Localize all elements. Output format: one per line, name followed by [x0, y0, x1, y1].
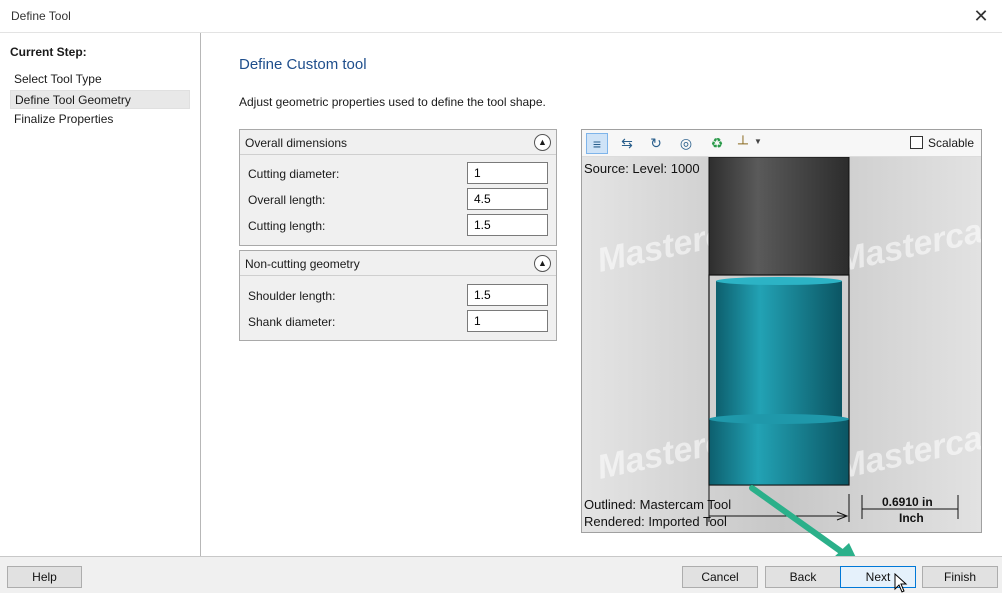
back-button[interactable]: Back	[765, 566, 841, 588]
overall-length-input[interactable]	[467, 188, 548, 210]
button-bar: Help Cancel Back Next Finish	[0, 556, 1002, 593]
tool-holder-shape	[708, 157, 850, 276]
tool-shank-shape	[716, 281, 842, 419]
tool-render: Mastercam Mastercam Mastercam Mastercam	[582, 157, 981, 532]
rendered-legend: Rendered: Imported Tool	[584, 514, 727, 529]
preview-toolbar: ≡ ⇆ ↻ ◎ ♻ ┴ ▼ Scalable	[582, 130, 981, 157]
tool-cutter-shape	[708, 418, 850, 486]
rotate-view-icon[interactable]: ⇆	[616, 133, 638, 154]
tool-holder-icon[interactable]: ┴	[732, 133, 754, 154]
dimension-unit: Inch	[899, 511, 924, 525]
help-button[interactable]: Help	[7, 566, 82, 588]
collapse-up-icon[interactable]: ▲	[534, 255, 551, 272]
finish-button[interactable]: Finish	[922, 566, 998, 588]
dropdown-arrow-icon[interactable]: ▼	[754, 137, 762, 146]
overall-length-label: Overall length:	[248, 193, 326, 207]
scalable-label: Scalable	[927, 136, 974, 150]
current-step-heading: Current Step:	[10, 45, 87, 59]
cutting-diameter-label: Cutting diameter:	[248, 167, 340, 181]
tool-render-canvas: Mastercam Mastercam Mastercam Mastercam	[582, 157, 981, 532]
main-pane: Define Custom tool Adjust geometric prop…	[202, 33, 1002, 556]
collapse-up-icon[interactable]: ▲	[534, 134, 551, 151]
shank-diameter-label: Shank diameter:	[248, 315, 336, 329]
checkbox-icon[interactable]	[909, 136, 923, 149]
tool-preview-panel: ≡ ⇆ ↻ ◎ ♻ ┴ ▼ Scalable Mastercam Masterc…	[581, 129, 982, 533]
shoulder-length-label: Shoulder length:	[248, 289, 336, 303]
close-icon[interactable]: ✕	[970, 5, 992, 27]
page-title: Define Custom tool	[239, 56, 367, 73]
shank-diameter-input[interactable]	[467, 310, 548, 332]
page-description: Adjust geometric properties used to defi…	[239, 95, 546, 109]
mouse-cursor-icon	[894, 573, 908, 593]
field-row: Cutting length:	[240, 211, 556, 237]
tool-cutter-top	[709, 414, 849, 424]
shoulder-length-input[interactable]	[467, 284, 548, 306]
recycle-icon[interactable]: ♻	[706, 133, 728, 154]
cutting-length-label: Cutting length:	[248, 219, 326, 233]
dimension-value: 0.6910 in	[882, 495, 933, 509]
step-define-tool-geometry[interactable]: Define Tool Geometry	[10, 90, 190, 109]
title-bar: Define Tool ✕	[0, 0, 1002, 33]
cutting-length-input[interactable]	[467, 214, 548, 236]
tool-shank-top	[716, 277, 842, 285]
non-cutting-geometry-header: Non-cutting geometry ▲	[240, 251, 556, 276]
fit-view-icon[interactable]: ≡	[586, 133, 608, 154]
step-select-tool-type[interactable]: Select Tool Type	[10, 70, 190, 89]
source-label: Source: Level: 1000	[584, 161, 700, 176]
non-cutting-geometry-group: Non-cutting geometry ▲ Shoulder length: …	[239, 250, 557, 341]
field-row: Cutting diameter:	[240, 159, 556, 185]
step-pane: Current Step: Select Tool Type Define To…	[0, 33, 201, 556]
non-cutting-geometry-title: Non-cutting geometry	[245, 257, 360, 271]
overall-dimensions-title: Overall dimensions	[245, 136, 348, 150]
field-row: Shank diameter:	[240, 307, 556, 333]
scalable-checkbox[interactable]: Scalable	[909, 136, 974, 150]
refresh-view-icon[interactable]: ↻	[645, 133, 667, 154]
cancel-button[interactable]: Cancel	[682, 566, 758, 588]
overall-dimensions-header: Overall dimensions ▲	[240, 130, 556, 155]
field-row: Overall length:	[240, 185, 556, 211]
field-row: Shoulder length:	[240, 281, 556, 307]
overall-dimensions-group: Overall dimensions ▲ Cutting diameter: O…	[239, 129, 557, 246]
cutting-diameter-input[interactable]	[467, 162, 548, 184]
outlined-legend: Outlined: Mastercam Tool	[584, 497, 732, 512]
display-options-icon[interactable]: ◎	[675, 133, 697, 154]
window-title: Define Tool	[11, 9, 71, 23]
step-finalize-properties[interactable]: Finalize Properties	[10, 110, 190, 129]
